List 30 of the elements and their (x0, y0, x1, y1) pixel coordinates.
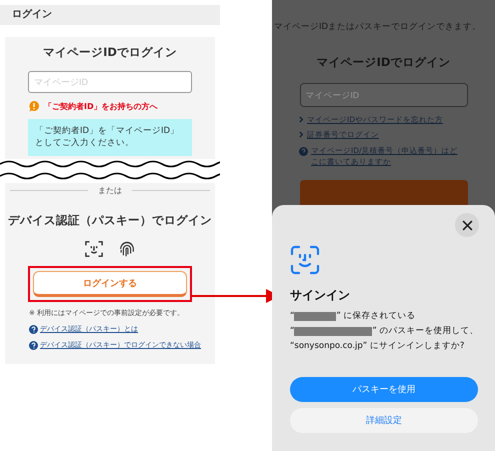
help-icon (29, 340, 38, 350)
fingerprint-icon (118, 240, 136, 258)
face-scan-icon (84, 240, 102, 258)
redaction-bar (294, 312, 336, 320)
close-icon (462, 220, 472, 230)
notice-link[interactable]: 「ご契約者ID」をお持ちの方へ (44, 100, 158, 112)
section-title: マイページIDでログイン (316, 55, 450, 70)
login-button[interactable]: ログインする (33, 271, 187, 298)
chevron-icon (299, 116, 304, 123)
id-input-field[interactable]: マイページID (300, 83, 468, 107)
message-text: “sonysonpo.co.jp” にサインインしますか? (290, 340, 464, 352)
page-header: ログイン (0, 5, 220, 25)
info-box: 「ご契約者ID」を「マイページID」としてご入力ください。 (28, 119, 192, 156)
separator-label: または (98, 184, 122, 196)
close-button[interactable] (455, 213, 479, 237)
chevron-icon (299, 131, 304, 138)
sheet-title: サインイン (290, 287, 351, 304)
warning-icon (28, 100, 40, 112)
message-text: ” のパスキーを使用して、 (372, 325, 479, 337)
help-icon (299, 146, 308, 156)
message-text: ” に保存されている (336, 310, 416, 322)
help-icon (29, 324, 38, 334)
section-title: マイページIDでログイン (43, 45, 177, 60)
use-passkey-button[interactable]: パスキーを使用 (290, 377, 478, 402)
face-id-icon (290, 245, 320, 275)
message-text: “ (290, 311, 294, 321)
section-title: デバイス認証（パスキー）でログイン (8, 212, 212, 228)
intro-text: マイページIDまたはパスキーでログインできます。 (273, 21, 482, 33)
settings-button[interactable]: 詳細設定 (290, 408, 478, 433)
message-text: “ (290, 326, 294, 336)
